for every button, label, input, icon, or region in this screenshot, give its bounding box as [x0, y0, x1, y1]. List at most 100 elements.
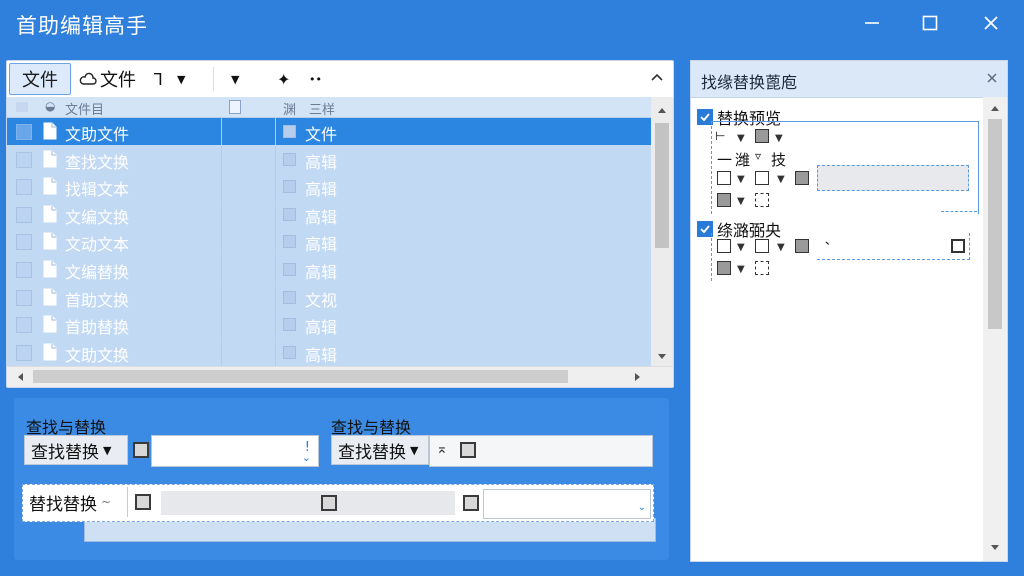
replace-target-input[interactable]: ⌄: [483, 489, 651, 519]
column-divider: [275, 118, 276, 145]
table-row[interactable]: 文助文换 高辑: [7, 338, 651, 366]
option-checkbox-right[interactable]: [460, 442, 476, 458]
scroll-right-icon[interactable]: [633, 372, 643, 382]
chevron-down-icon[interactable]: ▼: [177, 67, 185, 91]
vertical-scrollbar[interactable]: [651, 97, 673, 368]
table-row[interactable]: 文助文件 文件: [7, 118, 651, 145]
more-icon[interactable]: ••: [309, 67, 322, 91]
column-divider: [275, 283, 276, 311]
chevron-down-icon[interactable]: ▼: [737, 242, 745, 253]
preview-box-2[interactable]: [755, 171, 769, 185]
panel-scroll-thumb[interactable]: [988, 119, 1002, 329]
row-checkbox[interactable]: [16, 124, 32, 140]
column-divider: [221, 145, 222, 173]
chevron-down-icon[interactable]: ▼: [775, 133, 783, 144]
chevron-down-icon[interactable]: ▼: [777, 174, 785, 185]
file-name: 文编替换: [65, 263, 130, 282]
column-divider: [275, 311, 276, 339]
table-row[interactable]: 首助替换 高辑: [7, 311, 651, 339]
scroll-left-icon[interactable]: [15, 372, 25, 382]
row-checkbox[interactable]: [16, 151, 32, 168]
replace-option-checkbox[interactable]: [135, 494, 151, 510]
file-name: 文动文本: [65, 235, 130, 255]
vertical-scroll-thumb[interactable]: [655, 123, 669, 248]
view-dropdown-icon[interactable]: ▼: [231, 67, 239, 91]
preview-dash: [941, 211, 977, 212]
table-row[interactable]: 首助文换 文视: [7, 283, 651, 311]
replace-input[interactable]: [161, 491, 455, 515]
close-button[interactable]: [975, 8, 1007, 38]
find-mode-dropdown-right[interactable]: 查找替换 ▼: [331, 435, 429, 465]
section-two-box-2[interactable]: [755, 239, 769, 253]
find-mode-dropdown-left[interactable]: 查找替换 ▼: [24, 435, 128, 465]
header-col-c[interactable]: 三样: [309, 99, 335, 118]
replace-mode-dropdown[interactable]: 替找替换 ~: [23, 487, 127, 517]
header-checkbox[interactable]: [16, 102, 28, 112]
section-two-box-4[interactable]: [717, 261, 731, 275]
preview-box-3[interactable]: [795, 171, 809, 185]
chevron-down-icon[interactable]: ▼: [737, 133, 745, 144]
row-checkbox[interactable]: [16, 179, 32, 196]
document-icon: [43, 150, 57, 168]
chevron-down-icon[interactable]: ▼: [737, 174, 745, 185]
section-two-box-5[interactable]: [755, 261, 769, 275]
maximize-button[interactable]: [914, 8, 946, 38]
preview-box-5[interactable]: [755, 193, 769, 207]
chevron-down-icon[interactable]: ▼: [737, 264, 745, 275]
option-checkbox-left[interactable]: [133, 442, 149, 458]
file-panel: 文件 文件 ᒣ ▼ ▼ ✦ •• ◒ 文件目 渊 三样 文助文件 文件 查找文换 高辑…: [6, 60, 674, 388]
preview-ghost-input[interactable]: [817, 165, 969, 191]
header-eye-icon: ◒: [45, 99, 56, 113]
row-checkbox[interactable]: [16, 317, 32, 334]
scroll-up-icon[interactable]: [657, 105, 667, 115]
header-col-b[interactable]: 渊: [283, 99, 296, 118]
file-value: 高辑: [305, 235, 338, 255]
collapse-up-icon[interactable]: [649, 69, 665, 85]
scroll-up-icon[interactable]: [990, 103, 1000, 113]
row-checkbox[interactable]: [16, 262, 32, 278]
panel-scrollbar[interactable]: [983, 97, 1007, 561]
document-icon: [43, 205, 57, 223]
scroll-down-icon[interactable]: [657, 352, 667, 362]
header-col-name[interactable]: 文件目: [65, 99, 104, 118]
find-input-right[interactable]: ⌅: [429, 435, 653, 467]
row-checkbox[interactable]: [16, 234, 32, 251]
cloud-file-button[interactable]: 文件: [79, 67, 136, 91]
find-input-left[interactable]: ! ⌄: [151, 435, 319, 467]
preview-text-d: 技: [771, 151, 787, 169]
section-two-end-box[interactable]: [951, 239, 965, 253]
section-two-box-3[interactable]: [795, 239, 809, 253]
file-tab-button[interactable]: 文件: [9, 63, 71, 95]
minimize-icon: [865, 22, 879, 24]
horizontal-scroll-thumb[interactable]: [33, 370, 568, 383]
replace-inner-checkbox[interactable]: [321, 495, 337, 511]
scroll-down-icon[interactable]: [990, 543, 1000, 553]
preview-box-4[interactable]: [717, 193, 731, 207]
row-cell-marker: [283, 152, 296, 166]
section-two-input[interactable]: 、: [817, 233, 970, 260]
column-divider: [275, 338, 276, 366]
row-checkbox[interactable]: [16, 289, 32, 306]
row-checkbox[interactable]: [16, 206, 32, 223]
preview-swatch[interactable]: [755, 129, 769, 143]
row-checkbox[interactable]: [16, 344, 32, 361]
section-two-box-1[interactable]: [717, 239, 731, 253]
file-value: 高辑: [305, 345, 338, 365]
table-row[interactable]: 文编替换 高辑: [7, 256, 651, 283]
table-row[interactable]: 找辑文本 高辑: [7, 173, 651, 201]
minimize-button[interactable]: [856, 8, 888, 38]
table-row[interactable]: 文动文本 高辑: [7, 228, 651, 256]
replace-end-checkbox[interactable]: [463, 495, 479, 511]
chevron-down-icon[interactable]: ▼: [777, 242, 785, 253]
horizontal-scrollbar[interactable]: [7, 366, 673, 387]
regex-icon[interactable]: ⌅: [436, 441, 448, 457]
document-icon: [43, 343, 57, 361]
pin-icon[interactable]: ✦: [277, 67, 290, 91]
app-title: 首助编辑高手: [16, 14, 148, 38]
table-row[interactable]: 文编文换 高辑: [7, 200, 651, 228]
preview-box-1[interactable]: [717, 171, 731, 185]
chevron-down-icon[interactable]: ▼: [737, 196, 745, 207]
panel-close-icon[interactable]: [985, 71, 999, 85]
sort-glyph[interactable]: ᒣ: [153, 67, 163, 91]
table-row[interactable]: 查找文换 高辑: [7, 145, 651, 173]
